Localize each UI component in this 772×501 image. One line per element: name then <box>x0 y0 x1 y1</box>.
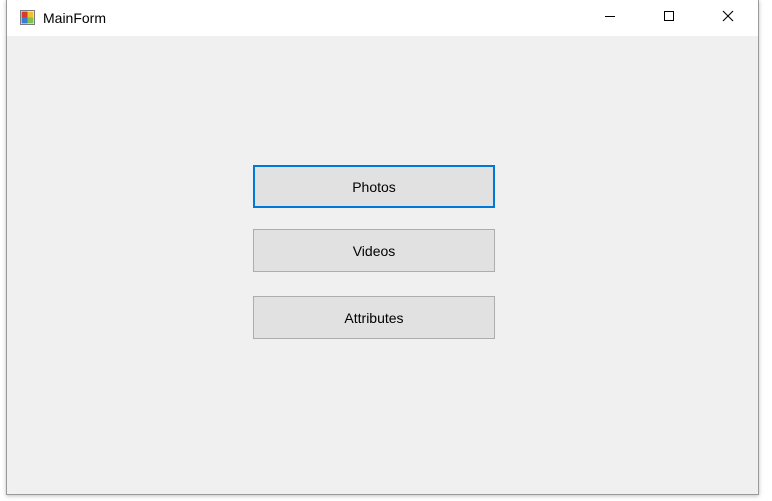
maximize-icon <box>663 9 675 27</box>
minimize-button[interactable] <box>587 0 633 36</box>
minimize-icon <box>604 9 616 27</box>
attributes-button[interactable]: Attributes <box>253 296 495 339</box>
videos-button[interactable]: Videos <box>253 229 495 272</box>
close-icon <box>722 9 734 27</box>
title-bar[interactable]: MainForm <box>7 0 758 36</box>
window-title: MainForm <box>43 10 107 26</box>
app-icon <box>20 10 35 25</box>
close-button[interactable] <box>705 0 751 36</box>
photos-button[interactable]: Photos <box>253 165 495 208</box>
form-client-area: Photos Videos Attributes <box>7 36 758 494</box>
main-form-window: MainForm Photos Videos Attributes <box>6 0 759 495</box>
maximize-button[interactable] <box>646 0 692 36</box>
